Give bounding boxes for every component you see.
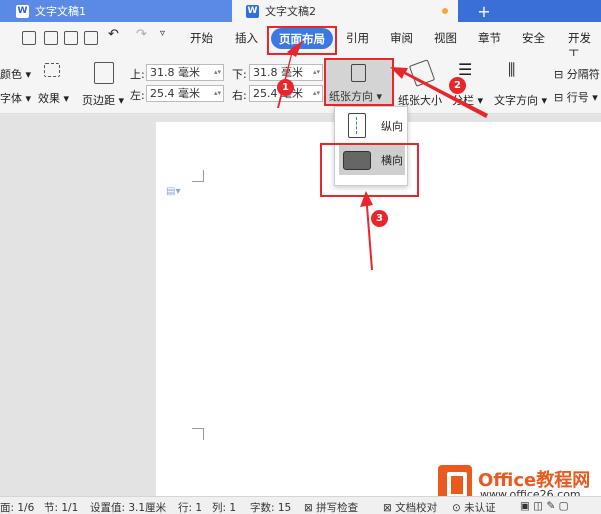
annotation-arrows bbox=[277, 40, 488, 270]
view-mode-icons[interactable]: ▣ ◫ ✎ ▢ bbox=[520, 500, 569, 512]
arrow-1 bbox=[277, 40, 303, 108]
status-section[interactable]: 节: 1/1 bbox=[44, 500, 78, 514]
status-col: 列: 1 bbox=[212, 502, 237, 514]
status-words[interactable]: 字数: 15 bbox=[250, 500, 291, 514]
office-logo bbox=[438, 465, 472, 499]
status-setting[interactable]: 设置值: 3.1厘米 bbox=[90, 500, 166, 514]
spell-check-label: 拼写检查 bbox=[316, 502, 359, 514]
step-badge-2: 2 bbox=[449, 77, 466, 94]
step-badge-1: 1 bbox=[277, 79, 294, 96]
doc-proof-button[interactable]: ⊠ 文档校对 bbox=[383, 500, 437, 514]
status-bar: 面: 1/6 节: 1/1 设置值: 3.1厘米 行: 1 列: 1 字数: 1… bbox=[0, 496, 601, 514]
step-badge-3: 3 bbox=[371, 210, 388, 227]
arrow-3 bbox=[360, 191, 373, 270]
status-page[interactable]: 面: 1/6 bbox=[0, 500, 34, 514]
auth-label: 未认证 bbox=[464, 502, 496, 514]
status-row: 行: 1 bbox=[178, 502, 203, 514]
auth-status[interactable]: ⊙ 未认证 bbox=[452, 500, 496, 514]
spell-check-button[interactable]: ⊠ 拼写检查 bbox=[304, 500, 358, 514]
doc-proof-label: 文档校对 bbox=[395, 502, 438, 514]
arrow-2 bbox=[390, 67, 488, 118]
